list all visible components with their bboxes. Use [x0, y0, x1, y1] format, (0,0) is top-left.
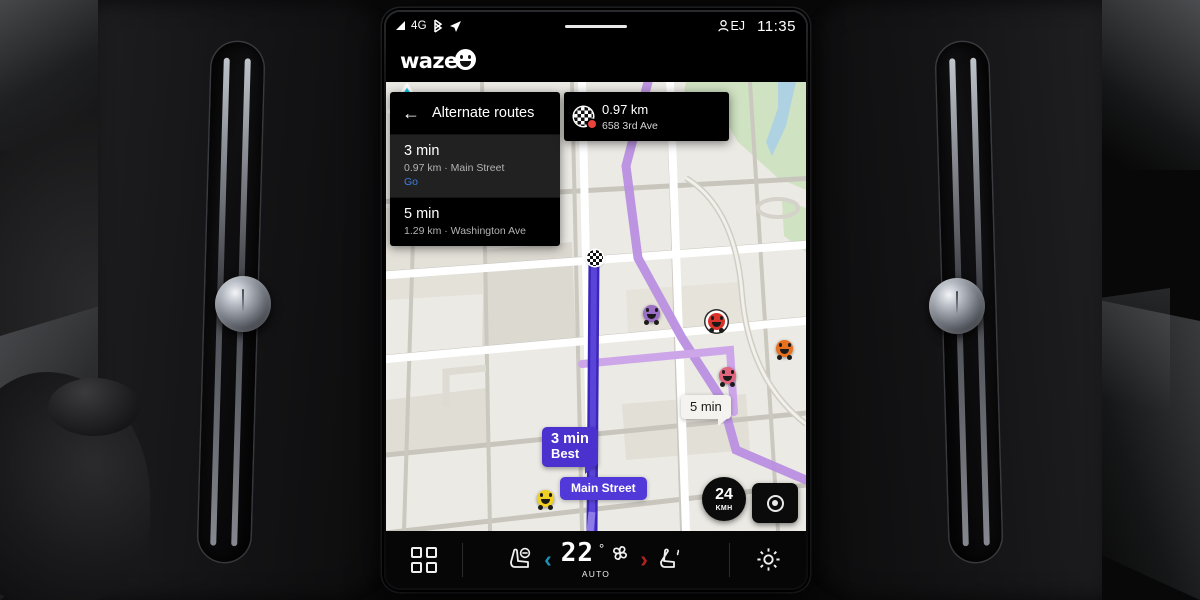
chevron-left-icon[interactable]: ‹: [544, 548, 552, 571]
wazer-purple-marker[interactable]: [643, 305, 660, 325]
checkered-flag-map-icon: [587, 250, 603, 266]
gear-icon: [756, 548, 780, 571]
wazer-red-alert-marker[interactable]: [708, 313, 725, 333]
route-option-1[interactable]: 3 min 0.97 km · Main Street Go: [390, 134, 560, 197]
speed-badge: 24 KMH: [702, 477, 746, 521]
route-eta: 3 min: [404, 143, 440, 159]
vent-knob-right[interactable]: [929, 278, 985, 334]
settings-button[interactable]: [730, 546, 806, 573]
speed-value: 24: [715, 485, 733, 503]
chevron-right-icon[interactable]: ›: [640, 548, 648, 571]
back-arrow-icon[interactable]: ←: [402, 104, 420, 122]
map-canvas[interactable]: ← Alternate routes 3 min 0.97 km · Main …: [386, 82, 806, 531]
checkered-flag-icon: [574, 107, 596, 128]
speed-unit: KMH: [715, 504, 733, 512]
seat-icon[interactable]: [657, 545, 687, 575]
profile-initials: EJ: [730, 19, 746, 33]
degree-symbol: °: [599, 541, 605, 556]
profile-chip[interactable]: EJ: [718, 19, 745, 33]
best-route-eta: 3 min: [551, 431, 589, 447]
route-option-2[interactable]: 5 min 1.29 km · Washington Ave: [390, 197, 560, 246]
bluetooth-icon: [434, 19, 443, 33]
best-route-label[interactable]: 3 min Best: [542, 427, 598, 474]
route-go-link[interactable]: Go: [404, 176, 546, 188]
vent-knob-left[interactable]: [215, 276, 271, 332]
wazer-orange-marker[interactable]: [776, 340, 793, 360]
route-detail: 0.97 km · Main Street: [404, 162, 505, 174]
alternate-routes-title: Alternate routes: [432, 105, 535, 121]
destination-card[interactable]: 0.97 km 658 3rd Ave: [564, 92, 729, 141]
waze-wazer-face-icon: [454, 49, 476, 70]
signal-triangle-icon: [396, 21, 405, 30]
recenter-icon: [766, 494, 784, 512]
waze-wordmark: waze: [400, 49, 458, 73]
best-route-tag: Best: [551, 446, 580, 462]
wazer-laughing-marker[interactable]: [537, 490, 554, 510]
wazer-pink-marker[interactable]: [719, 367, 736, 387]
climate-bar: ‹ 22 ° AUTO ›: [386, 531, 806, 588]
temperature-value: 22: [560, 538, 595, 568]
recenter-button[interactable]: [752, 483, 798, 523]
status-bar: 4G EJ 11:35: [386, 12, 806, 40]
seat-heater-icon[interactable]: [505, 545, 535, 575]
person-icon: [718, 20, 729, 32]
navigation-arrow-icon: [449, 20, 461, 32]
temperature-display[interactable]: 22 ° AUTO: [561, 540, 632, 579]
route-detail: 1.29 km · Washington Ave: [404, 225, 526, 237]
auto-label: AUTO: [581, 569, 611, 579]
current-street-label: Main Street: [560, 477, 647, 500]
destination-distance: 0.97 km: [602, 102, 649, 117]
apps-button[interactable]: [386, 546, 462, 573]
destination-address: 658 3rd Ave: [602, 120, 658, 132]
route-eta: 5 min: [404, 206, 440, 222]
alternate-routes-panel[interactable]: ← Alternate routes 3 min 0.97 km · Main …: [390, 92, 560, 246]
app-grid-icon: [411, 546, 437, 573]
fan-icon[interactable]: [609, 542, 631, 564]
alternate-route-label[interactable]: 5 min: [681, 395, 731, 426]
clock: 11:35: [757, 17, 796, 35]
alternate-routes-header: ← Alternate routes: [390, 92, 560, 134]
infotainment-screen: 4G EJ 11:35 waze ← Alternate routes 3 mi…: [386, 12, 806, 588]
screenshot-root: 4G EJ 11:35 waze ← Alternate routes 3 mi…: [0, 0, 1200, 600]
steering-wheel-hub: [48, 378, 140, 436]
pulldown-handle[interactable]: [565, 25, 627, 28]
network-label: 4G: [411, 20, 427, 32]
app-title-bar: waze: [386, 40, 806, 82]
infotainment-bezel: 4G EJ 11:35 waze ← Alternate routes 3 mi…: [384, 10, 808, 590]
